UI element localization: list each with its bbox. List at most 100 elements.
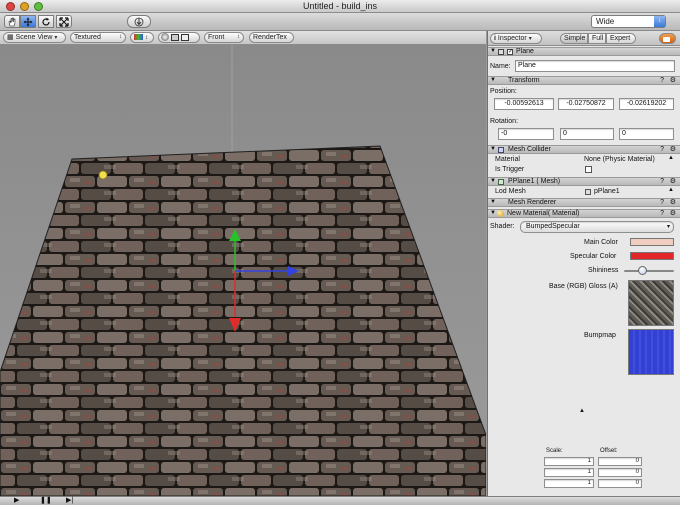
mesh-collider-header[interactable]: ▼ Mesh Collider ? ⚙ <box>488 145 680 154</box>
lock-button[interactable] <box>659 33 676 44</box>
scale-z-field[interactable]: 1 <box>544 479 594 488</box>
texture-placement-arrow-icon: ▲ <box>579 408 585 414</box>
offset-z-field[interactable]: 0 <box>598 479 642 488</box>
color-mode-select[interactable]: ↕ <box>130 32 154 43</box>
shading-label: Textured <box>74 34 101 41</box>
gear-icon[interactable]: ⚙ <box>670 199 676 206</box>
move-tool-button[interactable] <box>20 15 36 28</box>
material-header[interactable]: ▼ New Material( Material) ? ⚙ <box>488 209 680 218</box>
rotate-tool-button[interactable] <box>38 15 54 28</box>
mode-expert-button[interactable]: Expert <box>606 33 636 44</box>
inspector-header: i Inspector ▾ Simple Full Expert <box>488 31 680 46</box>
lod-mesh-value[interactable]: pPlane1 <box>594 188 620 195</box>
main-toolbar: Wide ↕ <box>0 13 680 31</box>
is-trigger-checkbox[interactable] <box>585 166 592 173</box>
scale-tool-button[interactable] <box>56 15 72 28</box>
layout-select[interactable]: Wide ↕ <box>591 15 666 28</box>
shininess-slider-track[interactable] <box>624 270 674 272</box>
object-header[interactable]: ▼ ✓ Plane <box>488 47 680 56</box>
rgb-icon <box>134 34 143 41</box>
active-checkbox[interactable]: ✓ <box>507 49 513 55</box>
position-label: Position: <box>490 88 517 95</box>
foldout-arrow-icon[interactable]: ▼ <box>490 178 496 185</box>
gameobject-icon <box>498 49 504 55</box>
inspector-tab[interactable]: i Inspector ▾ <box>490 33 542 44</box>
gear-icon[interactable]: ⚙ <box>670 146 676 153</box>
lighting-icon[interactable] <box>161 33 169 42</box>
help-icon[interactable]: ? <box>660 199 664 206</box>
rotation-x-field[interactable]: -0 <box>498 128 554 140</box>
material-sphere-icon <box>497 210 504 217</box>
name-label: Name: <box>490 63 511 70</box>
position-z-field[interactable]: -0.02619202 <box>619 98 674 110</box>
position-y-field[interactable]: -0.02750872 <box>558 98 614 110</box>
scene-view-label: Scene View <box>15 34 53 41</box>
foldout-arrow-icon[interactable]: ▼ <box>490 210 496 217</box>
title-bar: Untitled - build_ins <box>0 0 680 13</box>
play-icon[interactable]: ▶ <box>14 497 19 505</box>
render-texture-button[interactable]: RenderTex <box>249 32 294 43</box>
main-color-swatch[interactable] <box>630 238 674 246</box>
mesh-icon <box>585 189 591 195</box>
shininess-slider-thumb[interactable] <box>638 266 647 275</box>
scale-label: Scale: <box>546 448 563 454</box>
bumpmap-label: Bumpmap <box>584 332 616 339</box>
mesh-renderer-header[interactable]: ▼ Mesh Renderer ? ⚙ <box>488 198 680 207</box>
scene-viewport[interactable] <box>0 45 486 496</box>
help-icon[interactable]: ? <box>660 146 664 153</box>
collider-material-value[interactable]: None (Physic Material) <box>584 156 655 163</box>
scale-y-field[interactable]: 1 <box>544 468 594 477</box>
scene-canvas[interactable] <box>0 45 486 496</box>
mesh-collider-label: Mesh Collider <box>508 146 551 153</box>
base-texture-label: Base (RGB) Gloss (A) <box>549 283 618 290</box>
gear-icon[interactable]: ⚙ <box>670 210 676 217</box>
image-icon[interactable] <box>170 33 179 41</box>
foldout-arrow-icon[interactable]: ▼ <box>490 48 496 55</box>
shading-select[interactable]: Textured ↕ <box>70 32 126 43</box>
scale-icon <box>59 17 69 27</box>
scale-x-field[interactable]: 1 <box>544 457 594 466</box>
rotation-z-field[interactable]: 0 <box>619 128 674 140</box>
specular-color-swatch[interactable] <box>630 252 674 260</box>
mesh-filter-header[interactable]: ▼ PPlane1 ( Mesh) ? ⚙ <box>488 177 680 186</box>
mode-expert-label: Expert <box>610 35 631 42</box>
rotate-icon <box>42 17 50 26</box>
bumpmap-texture-slot[interactable] <box>628 329 674 375</box>
inspector-panel: i Inspector ▾ Simple Full Expert ▼ ✓ Plan… <box>487 31 680 496</box>
scene-view-select[interactable]: ▦ Scene View ▾ <box>3 32 66 43</box>
layout-select-value: Wide <box>596 17 615 26</box>
help-icon[interactable]: ? <box>660 178 664 185</box>
object-header-label: Plane <box>516 48 534 55</box>
name-field[interactable]: Plane <box>515 60 675 72</box>
transform-header[interactable]: ▼ Transform ? ⚙ <box>488 76 680 85</box>
scene-toggles[interactable] <box>158 32 200 43</box>
hand-tool-button[interactable] <box>4 15 20 28</box>
shader-select[interactable]: BumpedSpecular ▾ <box>520 221 674 233</box>
mode-full-button[interactable]: Full <box>588 33 606 44</box>
pause-icon[interactable]: ❚❚ <box>40 497 52 505</box>
foldout-arrow-icon[interactable]: ▼ <box>490 146 496 153</box>
gear-icon[interactable]: ⚙ <box>670 178 676 185</box>
front-select[interactable]: Front ↕ <box>204 32 244 43</box>
gear-icon[interactable]: ⚙ <box>670 77 676 84</box>
base-texture-slot[interactable] <box>628 280 674 326</box>
offset-y-field[interactable]: 0 <box>598 468 642 477</box>
help-icon[interactable]: ? <box>660 77 664 84</box>
foldout-arrow-icon[interactable]: ▼ <box>490 199 496 206</box>
step-icon[interactable]: ▶| <box>66 497 73 505</box>
position-x-field[interactable]: -0.00592613 <box>494 98 554 110</box>
audio-icon[interactable] <box>180 33 189 41</box>
chevron-down-icon: ▾ <box>528 36 532 42</box>
light-gizmo-icon[interactable] <box>98 170 108 180</box>
help-icon[interactable]: ? <box>660 210 664 217</box>
grid-icon: ▦ <box>7 34 14 41</box>
orbit-button[interactable] <box>127 15 151 28</box>
mode-simple-button[interactable]: Simple <box>560 33 588 44</box>
scene-view-bar: ▦ Scene View ▾ Textured ↕ ↕ Front ↕ RenderT… <box>0 31 486 45</box>
offset-x-field[interactable]: 0 <box>598 457 642 466</box>
object-picker-icon[interactable]: ▲ <box>668 155 674 161</box>
foldout-arrow-icon[interactable]: ▼ <box>490 77 496 84</box>
rotation-y-field[interactable]: 0 <box>560 128 614 140</box>
object-picker-icon[interactable]: ▲ <box>668 187 674 193</box>
material-header-label: New Material( Material) <box>507 210 580 217</box>
